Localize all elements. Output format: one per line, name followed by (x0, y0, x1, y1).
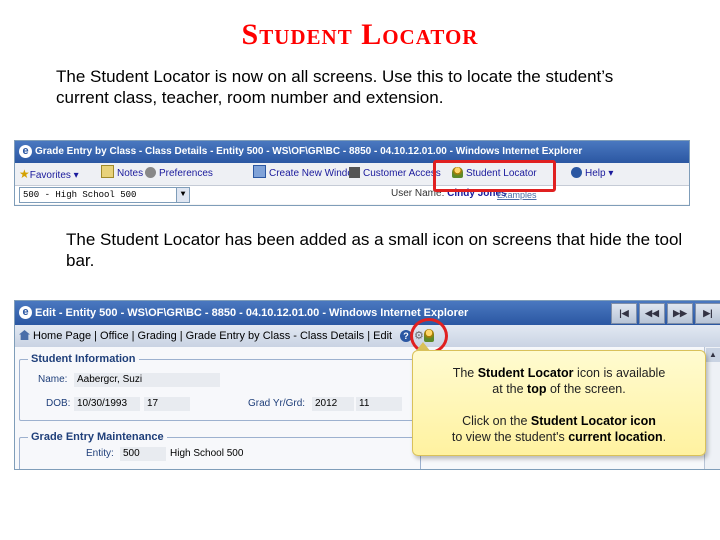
entity-value: 500 (120, 447, 166, 461)
student-name-value: Aabergcr, Suzi (74, 373, 220, 387)
notes-button[interactable]: Notes (101, 163, 143, 185)
favorites-menu[interactable]: ★Favorites ▾ (19, 163, 79, 187)
window-title: Edit - Entity 500 - WS\OF\GR\BC - 8850 -… (35, 307, 469, 319)
toolbar-screenshot: e Grade Entry by Class - Class Details -… (14, 140, 690, 206)
vertical-scrollbar[interactable]: ▲ (704, 347, 720, 469)
window-nav-buttons: |◀ ◀◀ ▶▶ ▶| (611, 303, 720, 324)
next-page-icon[interactable]: ▶▶ (667, 303, 693, 324)
student-locator-highlight (433, 160, 556, 192)
ie-title-bar: e Edit - Entity 500 - WS\OF\GR\BC - 8850… (15, 301, 720, 325)
star-icon: ★ (19, 167, 30, 181)
first-page-icon[interactable]: |◀ (611, 303, 637, 324)
create-new-window-button[interactable]: Create New Window (253, 163, 360, 185)
app-toolbar: ★Favorites ▾ Notes Preferences Create Ne… (15, 163, 689, 186)
ie-logo-icon: e (19, 306, 32, 319)
customer-access-button[interactable]: Customer Access (349, 163, 441, 185)
grade-entry-panel: Grade Entry Maintenance Entity: 500 High… (19, 431, 421, 469)
entity-select[interactable]: 500 - High School 500 ▼ (19, 187, 190, 203)
grad-year-value: 2012 (312, 397, 354, 411)
slide-title: Student Locator (241, 18, 479, 51)
prev-page-icon[interactable]: ◀◀ (639, 303, 665, 324)
monitor-icon (349, 167, 360, 178)
entity-row: 500 - High School 500 ▼ User Name: Cindy… (15, 186, 689, 204)
notes-icon (101, 165, 114, 178)
age-value: 17 (144, 397, 190, 411)
last-page-icon[interactable]: ▶| (695, 303, 720, 324)
gear-icon (145, 167, 156, 178)
chevron-down-icon: ▼ (176, 188, 189, 202)
ie-title-bar: e Grade Entry by Class - Class Details -… (15, 141, 689, 163)
second-paragraph: The Student Locator has been added as a … (66, 230, 683, 270)
home-icon (19, 330, 30, 340)
scroll-up-icon[interactable]: ▲ (706, 348, 720, 362)
window-title: Grade Entry by Class - Class Details - E… (35, 146, 583, 157)
window-icon (253, 165, 266, 178)
breadcrumb-bar: Home Page | Office | Grading | Grade Ent… (15, 325, 720, 348)
info-callout: The Student Locator icon is available at… (412, 350, 706, 456)
student-information-panel: Student Information Name: Aabergcr, Suzi… (19, 353, 421, 421)
preferences-button[interactable]: Preferences (145, 163, 213, 185)
intro-paragraph: The Student Locator is now on all screen… (56, 67, 614, 107)
ie-logo-icon: e (19, 145, 32, 158)
entity-name: High School 500 (170, 448, 244, 459)
dob-value: 10/30/1993 (74, 397, 140, 411)
help-menu[interactable]: Help ▾ (571, 163, 613, 185)
breadcrumb[interactable]: Home Page | Office | Grading | Grade Ent… (33, 330, 392, 342)
help-icon (571, 167, 582, 178)
grade-value: 11 (356, 397, 402, 411)
